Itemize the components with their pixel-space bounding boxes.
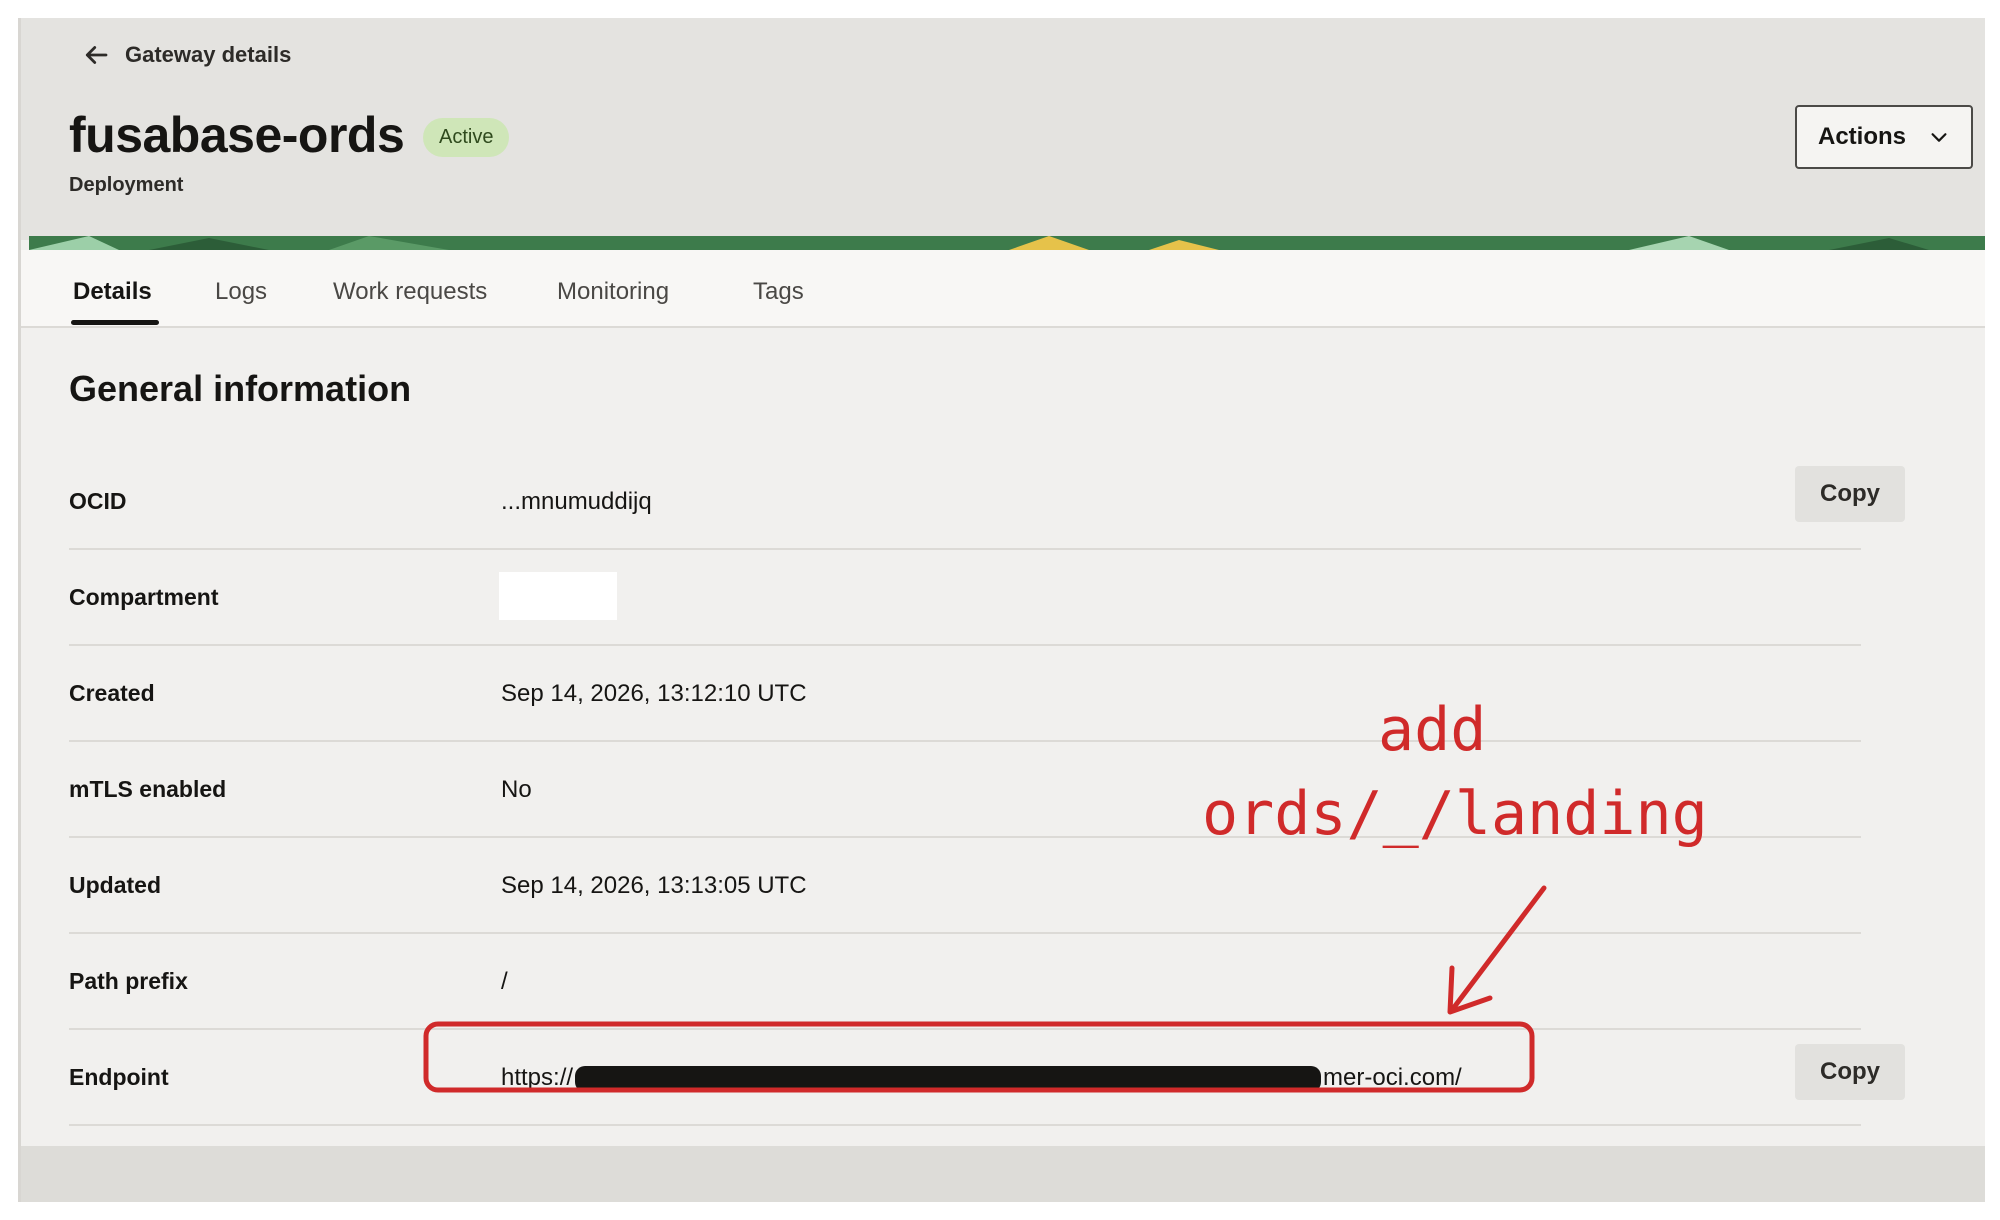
field-value: ...mnumuddijq (501, 488, 652, 515)
section-title: General information (69, 368, 412, 409)
field-label: Updated (69, 872, 161, 898)
field-row-path-prefix: Path prefix / (69, 934, 1861, 1030)
breadcrumb-back-link[interactable]: Gateway details (81, 40, 291, 70)
console-window: Gateway details fusabase-ords Active Dep… (18, 18, 1985, 1202)
field-row-compartment: Compartment (69, 550, 1861, 646)
copy-endpoint-button[interactable]: Copy (1795, 1044, 1905, 1100)
page-subtitle: Deployment (69, 174, 184, 196)
actions-menu-button[interactable]: Actions (1795, 105, 1973, 169)
endpoint-suffix: mer-oci.com/ (1323, 1064, 1462, 1091)
endpoint-prefix: https:// (501, 1064, 574, 1091)
field-value: No (501, 776, 532, 803)
annotation-line-2: ords/_/landing (1202, 779, 1708, 849)
field-value: Sep 14, 2026, 13:12:10 UTC (501, 680, 807, 707)
redacted-compartment-value (499, 572, 617, 620)
copy-ocid-button[interactable]: Copy (1795, 466, 1905, 522)
field-row-ocid: OCID ...mnumuddijq Copy (69, 454, 1905, 550)
field-value: Sep 14, 2026, 13:13:05 UTC (501, 872, 807, 899)
breadcrumb-label: Gateway details (125, 42, 292, 67)
arrow-left-icon (85, 46, 108, 64)
tab-bar: Details Logs Work requests Monitoring Ta… (21, 250, 1985, 328)
endpoint-url[interactable]: https:// mer-oci.com/ (501, 1064, 1462, 1092)
tab-details[interactable]: Details (73, 278, 152, 306)
annotation-line-1: add (1378, 695, 1487, 765)
field-label: Created (69, 680, 155, 706)
footer-texture (21, 1146, 1985, 1202)
tab-tags[interactable]: Tags (753, 278, 804, 306)
actions-label: Actions (1817, 123, 1906, 150)
decorative-banner (29, 236, 1985, 250)
field-row-created: Created Sep 14, 2026, 13:12:10 UTC (69, 646, 1861, 742)
field-row-endpoint: Endpoint https:// mer-oci.com/ Copy (69, 1030, 1905, 1126)
field-value: / (501, 968, 508, 995)
page-header: Gateway details fusabase-ords Active Dep… (21, 18, 1985, 240)
page-title: fusabase-ords (69, 107, 405, 163)
field-row-updated: Updated Sep 14, 2026, 13:13:05 UTC (69, 838, 1861, 934)
chevron-down-icon (1931, 133, 1947, 142)
status-badge: Active (423, 118, 510, 157)
field-label: Compartment (69, 584, 219, 610)
banner-pattern (29, 236, 1985, 250)
field-label: mTLS enabled (69, 776, 227, 802)
tab-logs[interactable]: Logs (215, 278, 267, 306)
tab-work-requests[interactable]: Work requests (333, 278, 487, 306)
field-label: Path prefix (69, 968, 188, 994)
redacted-endpoint-host (575, 1065, 1322, 1092)
active-tab-indicator (71, 320, 159, 325)
field-label: Endpoint (69, 1064, 169, 1090)
field-label: OCID (69, 488, 127, 514)
tab-monitoring[interactable]: Monitoring (557, 278, 669, 306)
